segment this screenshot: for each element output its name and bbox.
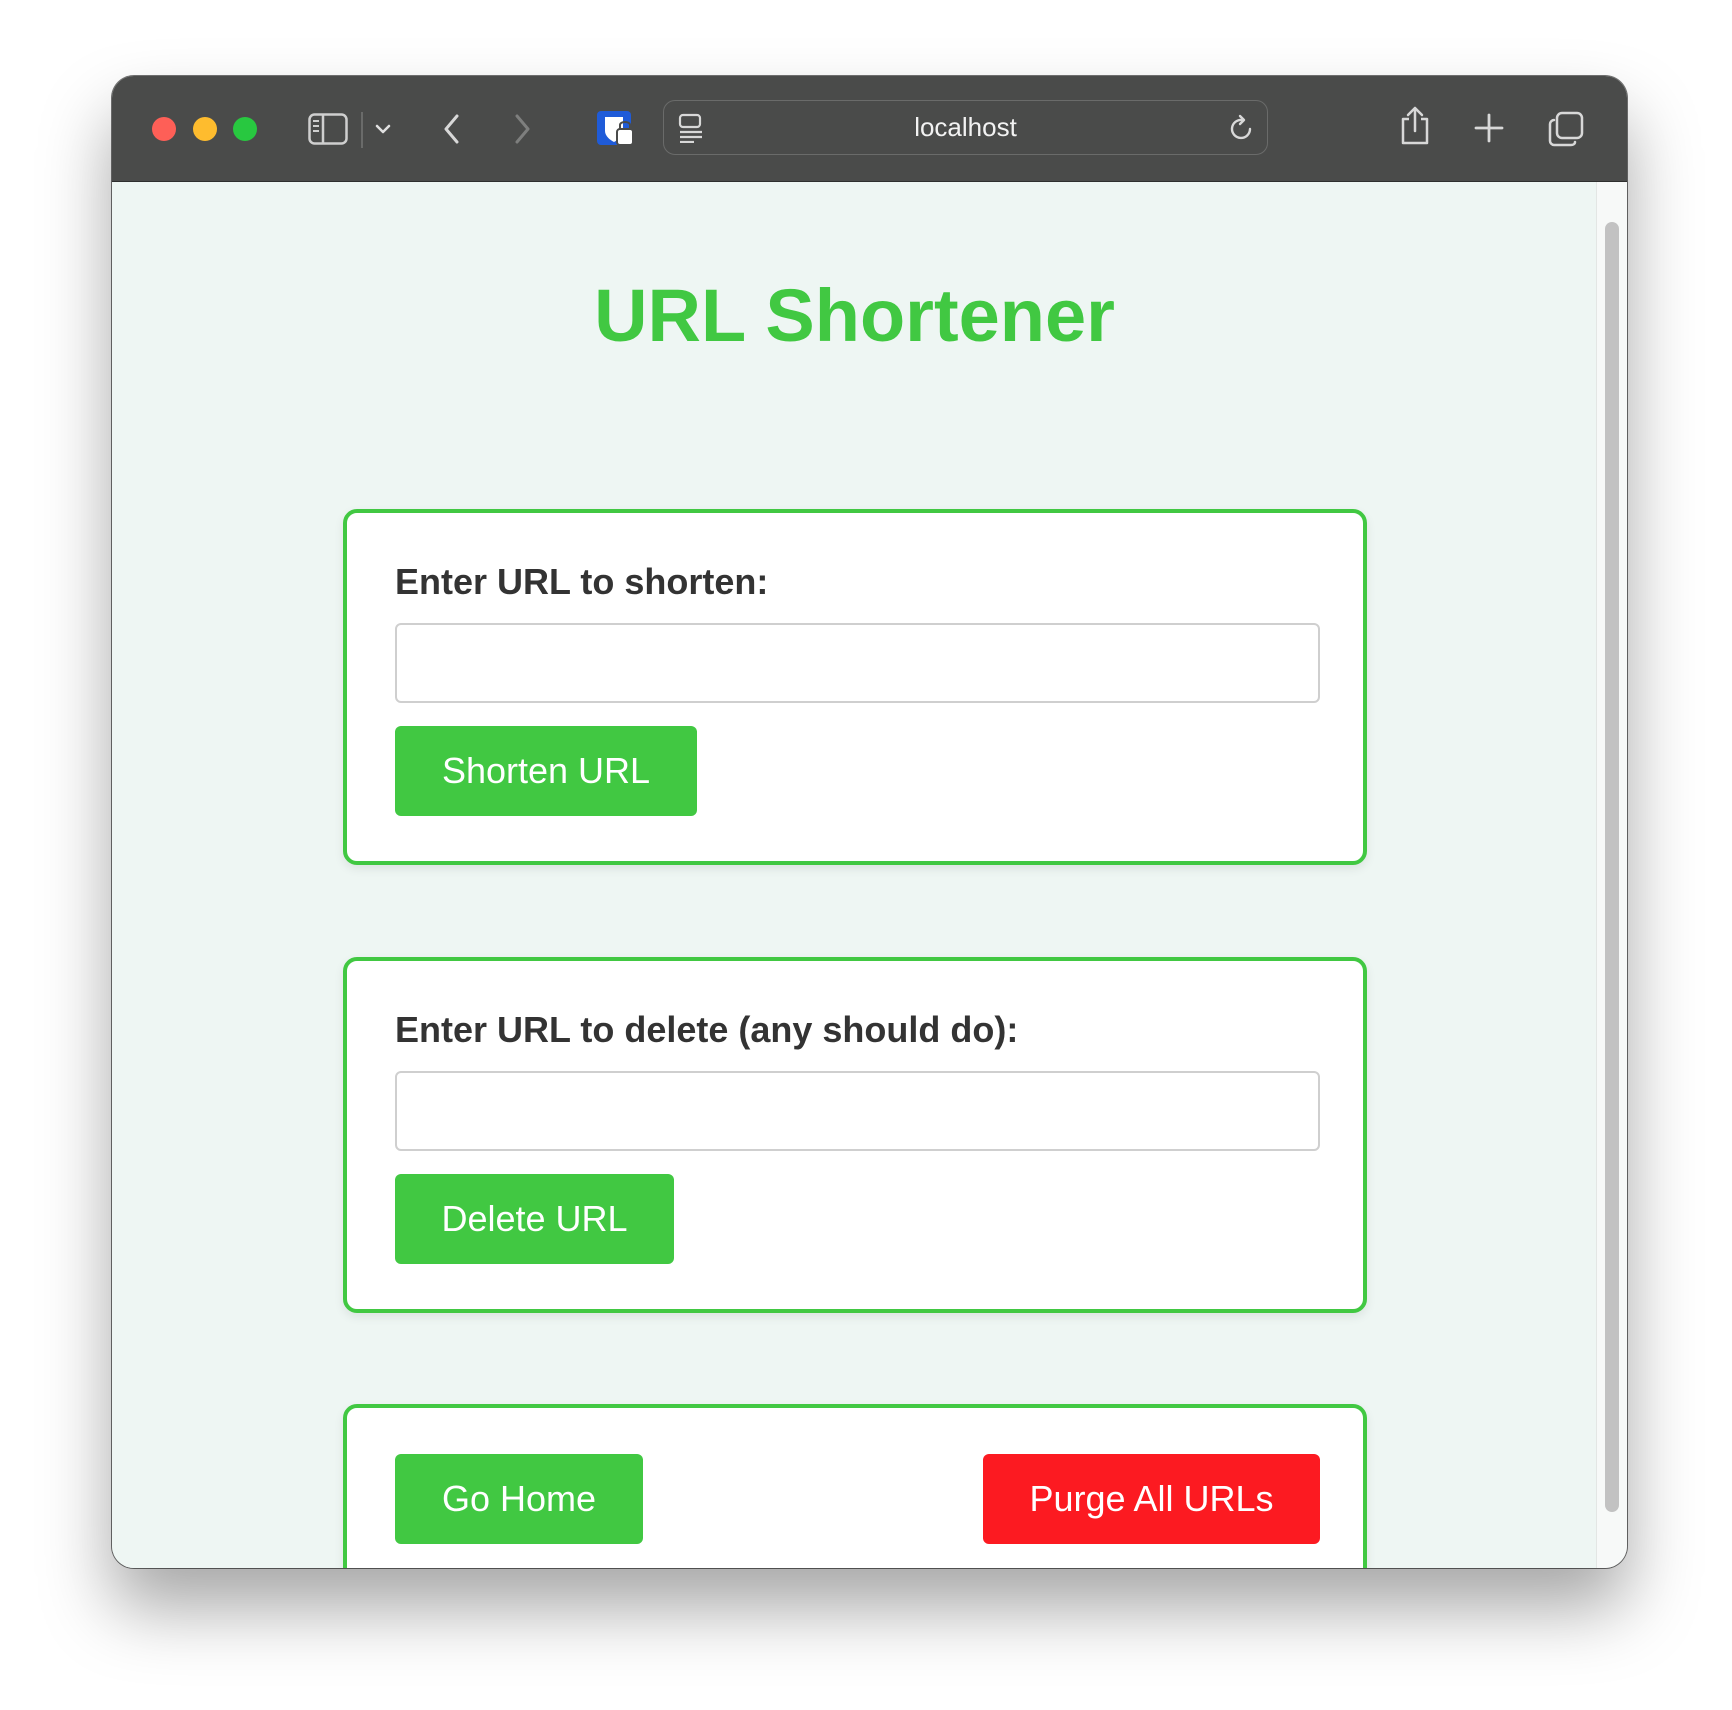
new-tab-plus-icon[interactable]: [1473, 112, 1505, 144]
shorten-url-label: Enter URL to shorten:: [395, 561, 769, 602]
sidebar-toggle-icon[interactable]: [307, 112, 349, 146]
actions-card: Go Home Purge All URLs: [343, 1404, 1367, 1568]
tab-overview-icon[interactable]: [1547, 110, 1585, 148]
purge-all-urls-button[interactable]: Purge All URLs: [983, 1454, 1320, 1544]
reload-icon[interactable]: [1228, 113, 1256, 143]
scrollbar-thumb[interactable]: [1605, 222, 1619, 1512]
shorten-url-button[interactable]: Shorten URL: [395, 726, 697, 816]
vertical-scrollbar[interactable]: [1596, 182, 1627, 1568]
browser-window: localhost URL Shortener Enter URL to sho…: [112, 76, 1627, 1568]
page-content: URL Shortener Enter URL to shorten: Shor…: [112, 182, 1597, 1568]
forward-arrow-icon[interactable]: [507, 110, 537, 148]
password-manager-extension-icon[interactable]: [594, 108, 636, 150]
zoom-window-button[interactable]: [233, 117, 257, 141]
browser-toolbar: localhost: [112, 76, 1627, 182]
address-text: localhost: [914, 112, 1017, 142]
shorten-url-card: Enter URL to shorten: Shorten URL: [343, 509, 1367, 865]
close-window-button[interactable]: [152, 117, 176, 141]
minimize-window-button[interactable]: [193, 117, 217, 141]
chevron-down-icon[interactable]: [371, 118, 395, 140]
delete-url-input[interactable]: [395, 1071, 1320, 1151]
delete-url-label: Enter URL to delete (any should do):: [395, 1009, 1019, 1050]
delete-url-card: Enter URL to delete (any should do): Del…: [343, 957, 1367, 1313]
delete-url-button[interactable]: Delete URL: [395, 1174, 674, 1264]
page-title: URL Shortener: [594, 274, 1115, 357]
toolbar-divider: [361, 112, 363, 148]
shorten-url-input[interactable]: [395, 623, 1320, 703]
address-bar[interactable]: localhost: [663, 100, 1268, 155]
go-home-button[interactable]: Go Home: [395, 1454, 643, 1544]
share-icon[interactable]: [1398, 104, 1432, 148]
back-arrow-icon[interactable]: [437, 110, 467, 148]
